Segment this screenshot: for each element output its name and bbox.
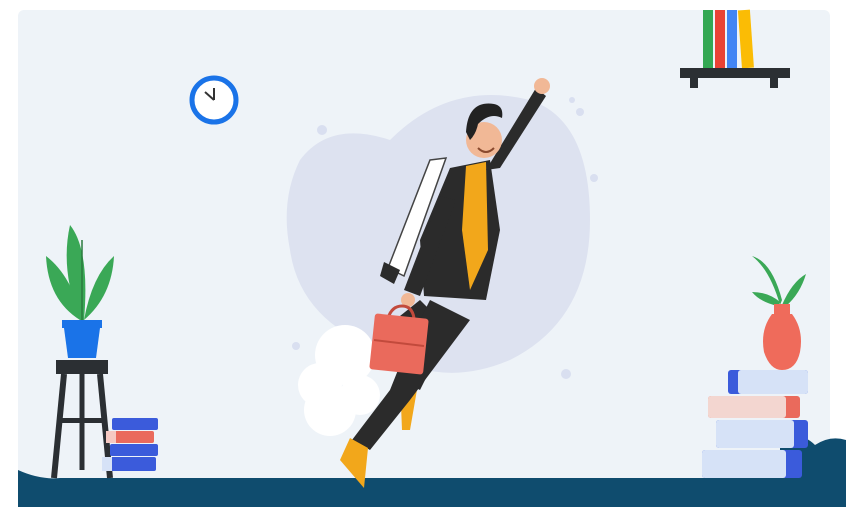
bubble	[576, 108, 584, 116]
bubble	[569, 97, 575, 103]
jetpack-businessman-illustration	[18, 9, 846, 507]
illustration-scene	[0, 0, 846, 507]
bubble	[317, 125, 327, 135]
bubble	[590, 174, 598, 182]
bubble	[561, 369, 571, 379]
wall-clock-icon	[189, 75, 239, 125]
bubble	[292, 342, 300, 350]
